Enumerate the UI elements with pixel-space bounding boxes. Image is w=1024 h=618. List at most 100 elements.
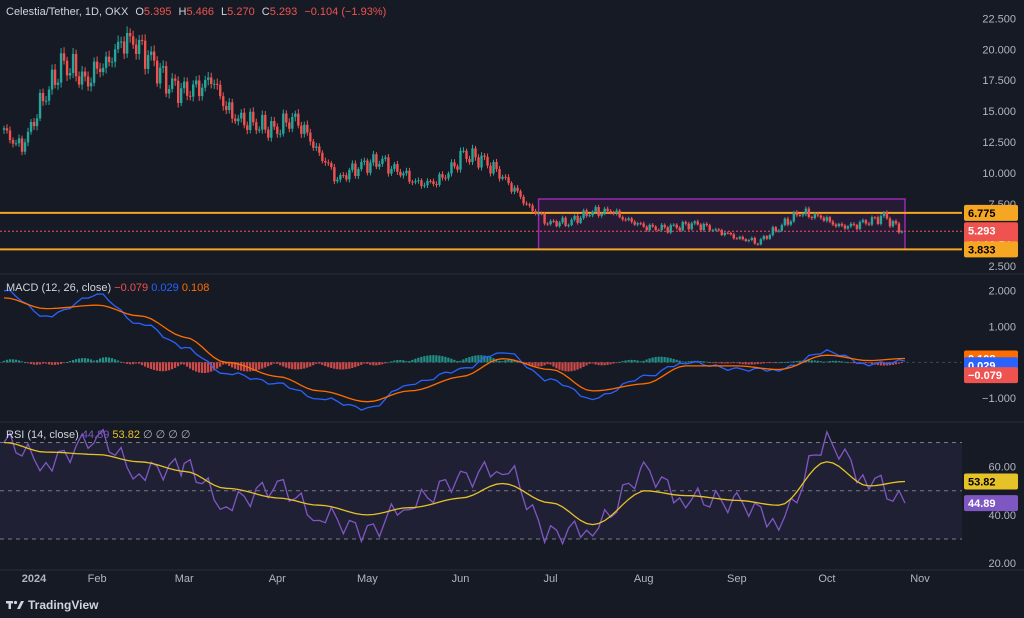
macd-histogram-bar bbox=[462, 359, 465, 363]
candle-body bbox=[438, 174, 441, 185]
macd-histogram-bar bbox=[609, 362, 612, 365]
candle-body bbox=[786, 218, 790, 225]
macd-histogram-bar bbox=[303, 362, 306, 369]
candle-body bbox=[189, 95, 192, 97]
open-label: O bbox=[135, 6, 144, 18]
candle-body bbox=[297, 113, 300, 126]
candle-body bbox=[771, 227, 775, 235]
macd-histogram-bar bbox=[182, 362, 186, 365]
macd-histogram-bar bbox=[759, 362, 762, 364]
candle-body bbox=[74, 53, 78, 77]
macd-histogram-bar bbox=[459, 360, 462, 363]
candle-body bbox=[798, 215, 802, 217]
candle-body bbox=[134, 44, 138, 54]
rsi-ma-tag: 53.82 bbox=[968, 477, 996, 489]
rsi-axis-label: 20.00 bbox=[988, 558, 1016, 570]
macd-histogram-bar bbox=[189, 362, 192, 369]
candle-body bbox=[264, 114, 267, 130]
x-axis-label: May bbox=[357, 573, 378, 585]
chart-canvas[interactable]: 22.50020.00017.50015.00012.50010.0007.50… bbox=[0, 0, 1024, 618]
macd-histogram-bar bbox=[357, 362, 360, 367]
macd-histogram-bar bbox=[879, 362, 882, 366]
candle-body bbox=[858, 222, 862, 229]
candle-body bbox=[210, 77, 213, 84]
candle-body bbox=[477, 157, 480, 168]
macd-histogram-bar bbox=[501, 361, 504, 363]
candle-body bbox=[684, 222, 687, 224]
candle-body bbox=[696, 221, 699, 225]
macd-line-value: 0.029 bbox=[151, 282, 179, 294]
macd-histogram-bar bbox=[59, 362, 63, 364]
candle-body bbox=[2, 128, 6, 130]
candle-body bbox=[591, 211, 594, 216]
candle-body bbox=[119, 41, 123, 43]
candle-body bbox=[519, 191, 522, 197]
candle-body bbox=[618, 210, 621, 218]
macd-histogram-bar bbox=[282, 362, 285, 367]
macd-histogram-bar bbox=[900, 362, 903, 364]
candle-body bbox=[101, 67, 105, 73]
candle-body bbox=[474, 148, 477, 158]
candle-body bbox=[567, 225, 570, 227]
macd-histogram-bar bbox=[567, 362, 570, 372]
macd-histogram-bar bbox=[429, 355, 432, 363]
macd-histogram-bar bbox=[654, 357, 657, 363]
macd-histogram-bar bbox=[351, 362, 354, 369]
candle-body bbox=[588, 215, 591, 217]
candle-body bbox=[594, 207, 597, 212]
candle-body bbox=[65, 60, 69, 76]
candle-body bbox=[192, 84, 195, 97]
candle-body bbox=[336, 179, 339, 182]
candle-body bbox=[294, 113, 297, 117]
candle-body bbox=[813, 214, 817, 219]
candle-body bbox=[372, 154, 375, 163]
macd-histogram-bar bbox=[546, 362, 549, 365]
candle-body bbox=[723, 232, 726, 236]
macd-histogram-bar bbox=[780, 362, 783, 364]
macd-histogram-bar bbox=[660, 356, 663, 363]
macd-histogram-bar bbox=[167, 362, 171, 371]
candle-body bbox=[603, 208, 606, 214]
x-axis-label: Feb bbox=[88, 573, 107, 585]
candle-body bbox=[234, 118, 237, 122]
candle-body bbox=[648, 224, 651, 231]
macd-histogram-bar bbox=[642, 360, 645, 363]
candle-body bbox=[8, 130, 12, 140]
macd-histogram-bar bbox=[834, 360, 837, 363]
candle-body bbox=[92, 61, 96, 83]
macd-histogram-bar bbox=[137, 362, 141, 364]
macd-histogram-bar bbox=[591, 362, 594, 364]
low-value: 5.270 bbox=[227, 6, 255, 18]
macd-histogram-bar bbox=[143, 362, 147, 367]
candle-body bbox=[657, 229, 660, 231]
candle-body bbox=[531, 205, 534, 212]
macd-histogram-bar bbox=[552, 362, 555, 367]
candle-body bbox=[675, 224, 678, 228]
candle-body bbox=[543, 213, 546, 224]
macd-histogram-bar bbox=[207, 362, 210, 373]
candle-body bbox=[11, 139, 15, 144]
macd-histogram-bar bbox=[285, 362, 288, 368]
candle-body bbox=[537, 213, 540, 215]
macd-histogram-bar bbox=[789, 361, 792, 363]
candle-body bbox=[270, 120, 273, 138]
candle-body bbox=[801, 214, 805, 216]
candle-body bbox=[213, 83, 216, 85]
candle-body bbox=[161, 66, 165, 68]
macd-histogram-bar bbox=[894, 362, 897, 365]
macd-histogram-bar bbox=[396, 360, 399, 363]
candle-body bbox=[459, 150, 462, 170]
candle-body bbox=[636, 223, 639, 225]
macd-histogram-bar bbox=[68, 361, 72, 363]
macd-histogram-bar bbox=[420, 356, 423, 363]
macd-histogram-bar bbox=[705, 361, 708, 363]
macd-histogram-bar bbox=[176, 362, 180, 367]
macd-histogram-bar bbox=[92, 360, 96, 363]
macd-histogram-bar bbox=[80, 358, 84, 363]
macd-histogram-bar bbox=[20, 361, 24, 363]
macd-histogram-bar bbox=[372, 362, 375, 366]
macd-histogram-bar bbox=[366, 362, 369, 364]
candle-body bbox=[843, 225, 847, 229]
macd-histogram-bar bbox=[173, 362, 177, 368]
macd-histogram-bar bbox=[387, 362, 390, 364]
